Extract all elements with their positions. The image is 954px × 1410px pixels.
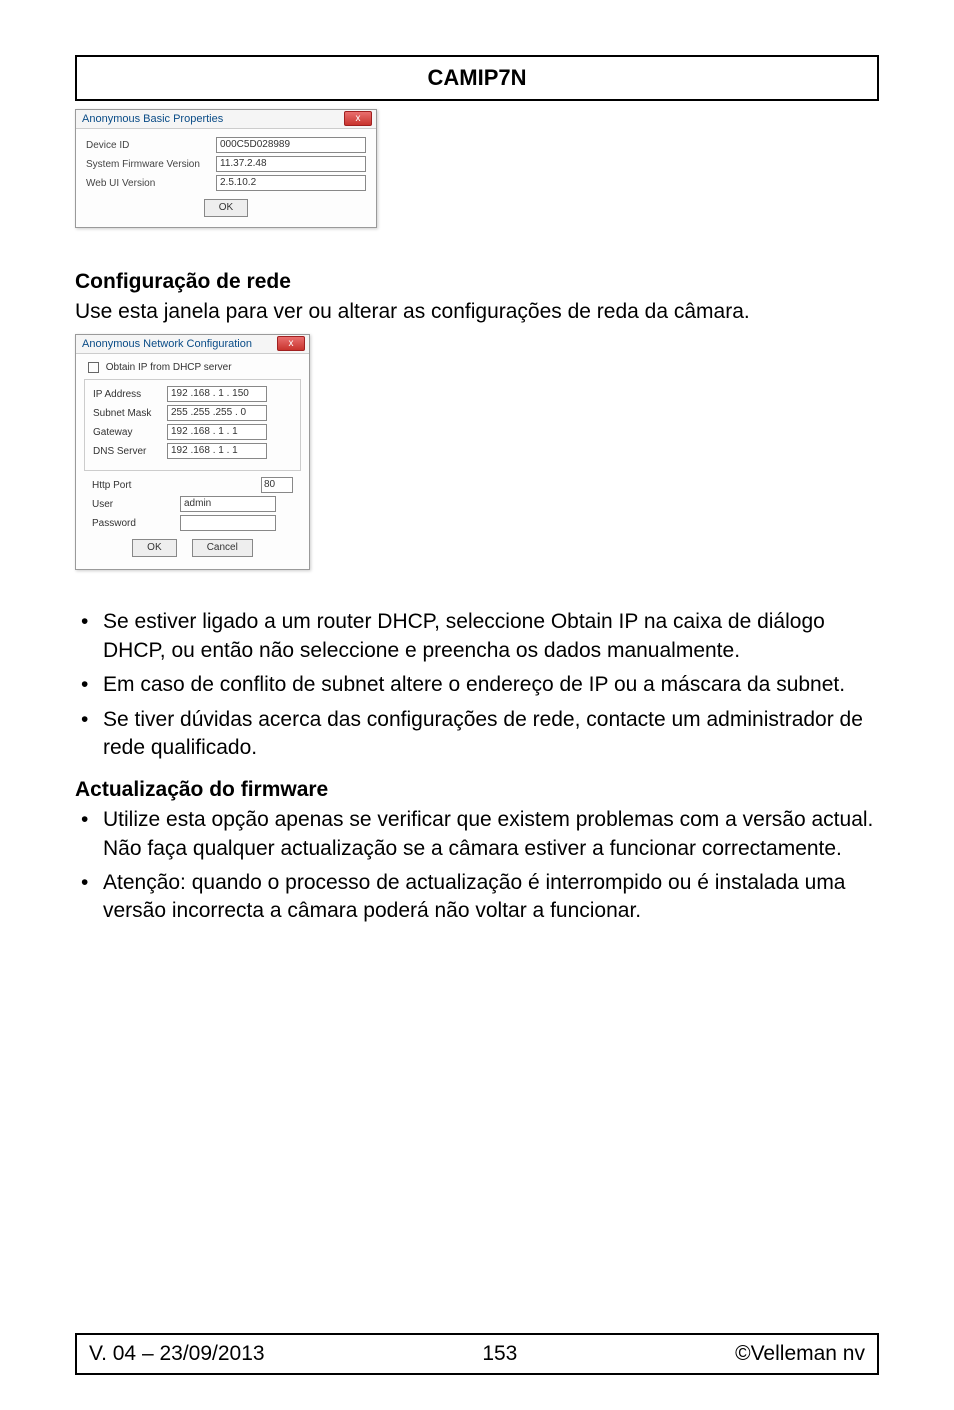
password-label: Password <box>92 518 180 529</box>
bullet-item: Em caso de conflito de subnet altere o e… <box>75 671 879 699</box>
ip-label: IP Address <box>93 389 167 400</box>
webui-input[interactable]: 2.5.10.2 <box>216 175 366 191</box>
ip-group: IP Address 192 .168 . 1 . 150 Subnet Mas… <box>84 379 301 471</box>
bullet-item: Se tiver dúvidas acerca das configuraçõe… <box>75 706 879 763</box>
dialog-titlebar: Anonymous Basic Properties x <box>76 110 376 129</box>
page-header: CAMIP7N <box>75 55 879 101</box>
bullet-item: Se estiver ligado a um router DHCP, sele… <box>75 608 879 665</box>
device-id-row: Device ID 000C5D028989 <box>86 137 366 153</box>
http-port-label: Http Port <box>92 480 180 491</box>
user-label: User <box>92 499 180 510</box>
ok-button[interactable]: OK <box>132 539 176 557</box>
gateway-row: Gateway 192 .168 . 1 . 1 <box>93 424 292 440</box>
dhcp-label: Obtain IP from DHCP server <box>106 362 232 373</box>
ok-button[interactable]: OK <box>204 199 248 217</box>
ip-input[interactable]: 192 .168 . 1 . 150 <box>167 386 267 402</box>
firmware-input[interactable]: 11.37.2.48 <box>216 156 366 172</box>
dns-row: DNS Server 192 .168 . 1 . 1 <box>93 443 292 459</box>
firmware-label: System Firmware Version <box>86 159 216 170</box>
bullet-item: Utilize esta opção apenas se verificar q… <box>75 806 879 863</box>
user-row: User admin <box>92 496 293 512</box>
gateway-label: Gateway <box>93 427 167 438</box>
firmware-update-heading: Actualização do firmware <box>75 778 879 802</box>
cancel-button[interactable]: Cancel <box>192 539 253 557</box>
page-content: Anonymous Basic Properties x Device ID 0… <box>0 109 954 926</box>
subnet-label: Subnet Mask <box>93 408 167 419</box>
gateway-input[interactable]: 192 .168 . 1 . 1 <box>167 424 267 440</box>
bullet-item: Atenção: quando o processo de actualizaç… <box>75 869 879 926</box>
password-input[interactable] <box>180 515 276 531</box>
subnet-input[interactable]: 255 .255 .255 . 0 <box>167 405 267 421</box>
dialog2-button-row: OK Cancel <box>84 539 301 557</box>
close-icon[interactable]: x <box>344 111 372 126</box>
http-port-row: Http Port 80 <box>92 477 293 493</box>
network-config-dialog: Anonymous Network Configuration x Obtain… <box>75 334 310 570</box>
page-footer: V. 04 – 23/09/2013 153 ©Velleman nv <box>75 1333 879 1375</box>
ip-row: IP Address 192 .168 . 1 . 150 <box>93 386 292 402</box>
webui-row: Web UI Version 2.5.10.2 <box>86 175 366 191</box>
footer-version: V. 04 – 23/09/2013 <box>89 1342 265 1366</box>
dialog2-title-text: Anonymous Network Configuration <box>82 338 252 350</box>
user-input[interactable]: admin <box>180 496 276 512</box>
network-config-text: Use esta janela para ver ou alterar as c… <box>75 298 879 326</box>
dns-input[interactable]: 192 .168 . 1 . 1 <box>167 443 267 459</box>
dhcp-checkbox[interactable] <box>88 362 99 373</box>
dialog2-body: Obtain IP from DHCP server IP Address 19… <box>76 354 309 569</box>
dialog2-titlebar: Anonymous Network Configuration x <box>76 335 309 354</box>
footer-page-number: 153 <box>482 1342 517 1366</box>
dns-label: DNS Server <box>93 446 167 457</box>
network-bullets: Se estiver ligado a um router DHCP, sele… <box>75 608 879 762</box>
dhcp-row: Obtain IP from DHCP server <box>88 362 301 373</box>
basic-properties-dialog: Anonymous Basic Properties x Device ID 0… <box>75 109 377 228</box>
device-id-input[interactable]: 000C5D028989 <box>216 137 366 153</box>
webui-label: Web UI Version <box>86 178 216 189</box>
dialog-title-text: Anonymous Basic Properties <box>82 113 223 125</box>
subnet-row: Subnet Mask 255 .255 .255 . 0 <box>93 405 292 421</box>
device-id-label: Device ID <box>86 140 216 151</box>
close-icon[interactable]: x <box>277 336 305 351</box>
footer-copyright: ©Velleman nv <box>735 1342 865 1366</box>
dialog-body: Device ID 000C5D028989 System Firmware V… <box>76 129 376 227</box>
password-row: Password <box>92 515 293 531</box>
firmware-bullets: Utilize esta opção apenas se verificar q… <box>75 806 879 925</box>
firmware-row: System Firmware Version 11.37.2.48 <box>86 156 366 172</box>
network-config-heading: Configuração de rede <box>75 270 879 294</box>
dialog-button-row: OK <box>86 199 366 217</box>
http-port-input[interactable]: 80 <box>261 477 293 493</box>
